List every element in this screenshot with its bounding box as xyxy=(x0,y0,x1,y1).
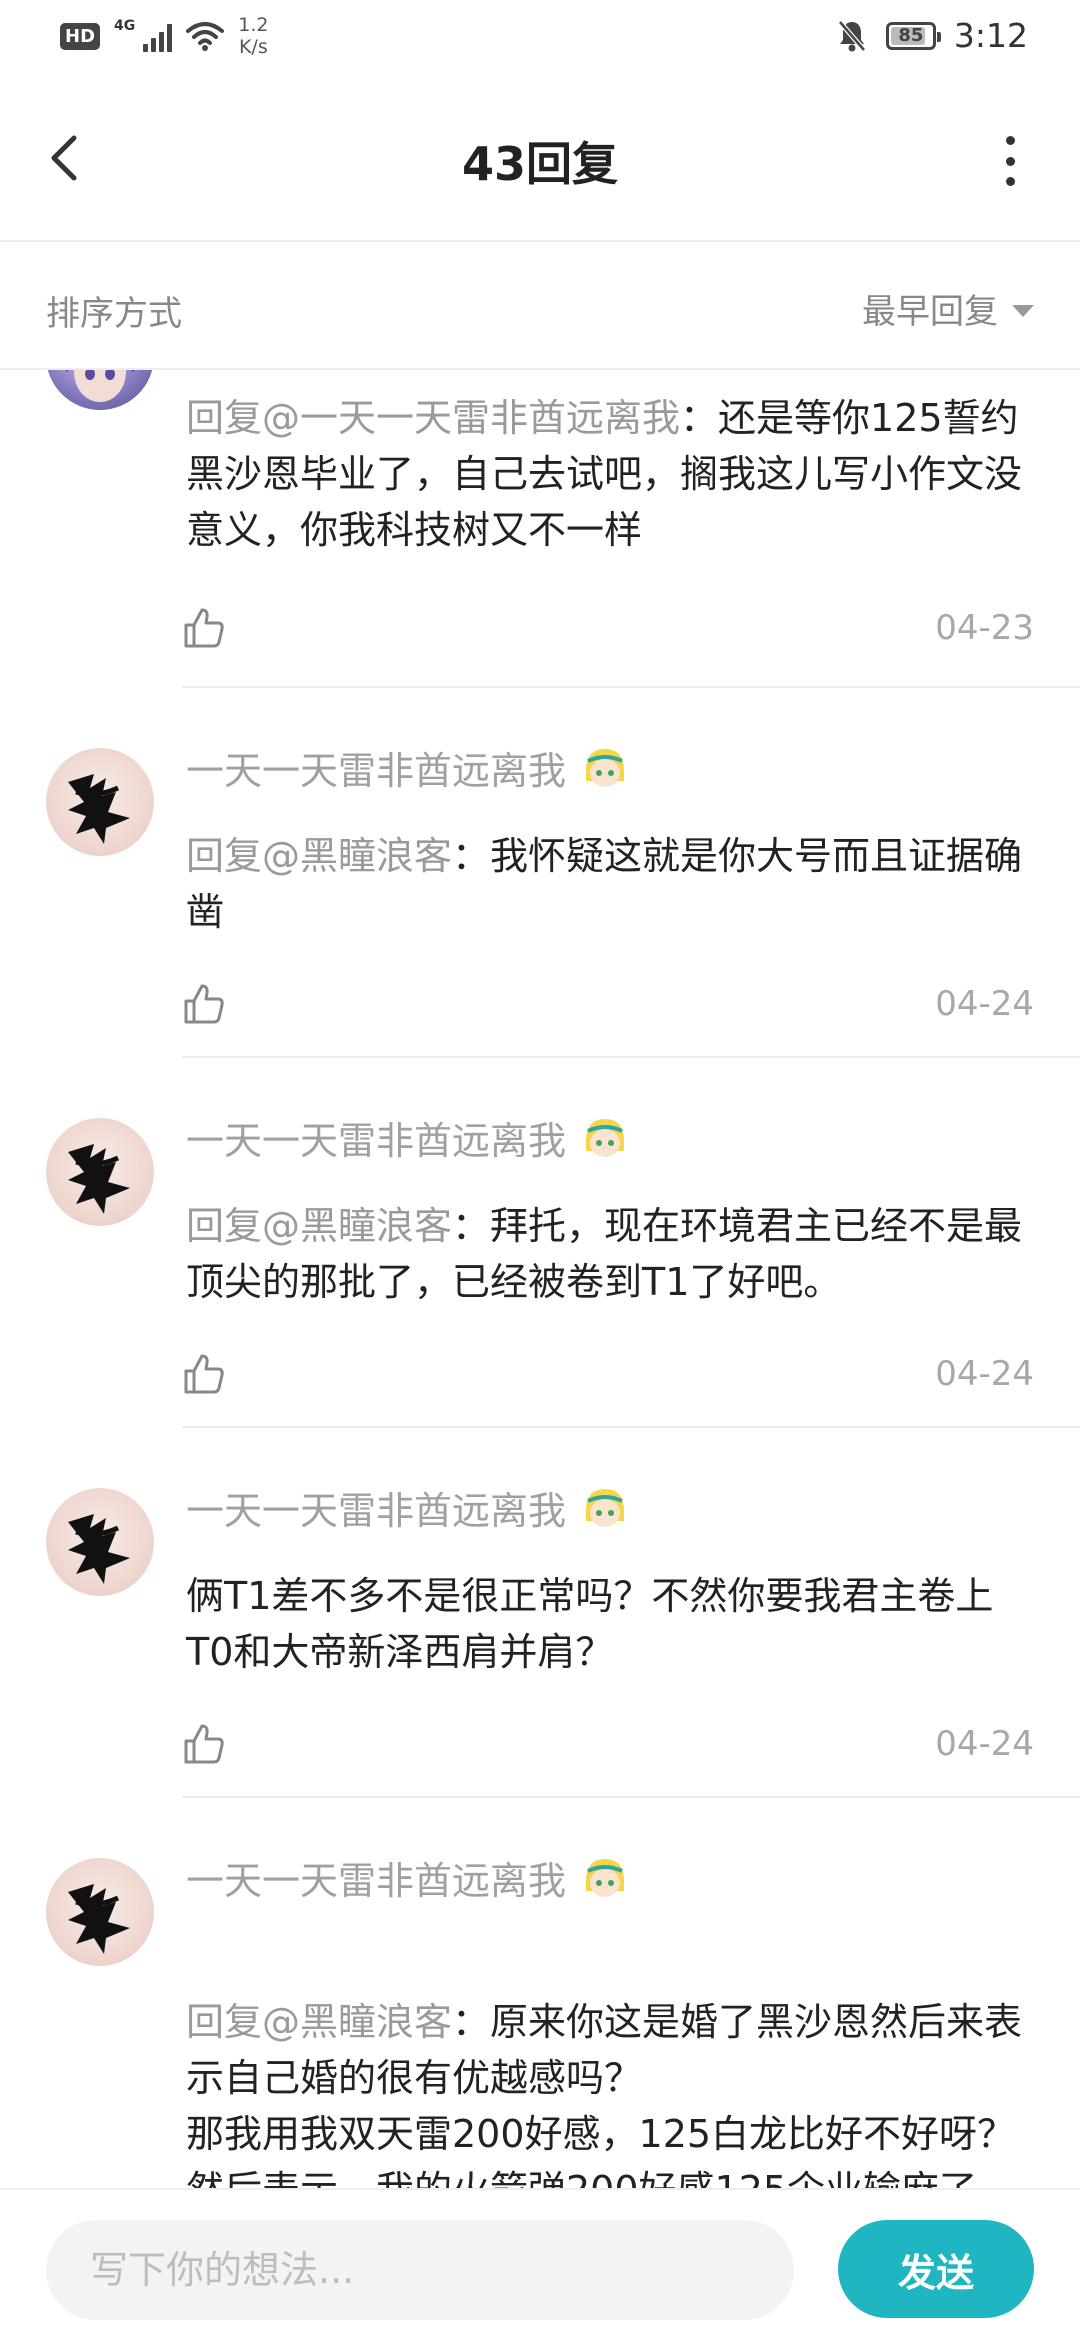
sort-dropdown[interactable]: 最早回复 xyxy=(862,284,1034,333)
reply-mention[interactable]: 回复@黑瞳浪客 xyxy=(186,834,452,878)
network-speed-unit: K/s xyxy=(238,36,268,58)
reply-content: 回复@一天一天雷非酋远离我：还是等你125誓约黑沙恩毕业了，自己去试吧，搁我这儿… xyxy=(186,390,1036,558)
clock: 3:12 xyxy=(953,16,1028,55)
reply-author[interactable]: 一天一天雷非酋远离我 xyxy=(186,1110,630,1165)
thumbs-up-icon xyxy=(184,984,224,1024)
avatar[interactable] xyxy=(46,1858,154,1966)
anime-character-badge-icon xyxy=(586,1858,625,1897)
reply-content: 俩T1差不多不是很正常吗？不然你要我君主卷上T0和大帝新泽西肩并肩？ xyxy=(186,1568,1036,1680)
status-right: 85 3:12 xyxy=(836,16,1028,55)
network-speed: 1.2 K/s xyxy=(238,14,268,58)
reply-content: 回复@黑瞳浪客：拜托，现在环境君主已经不是最顶尖的那批了，已经被卷到T1了好吧。 xyxy=(186,1198,1036,1310)
battery-percent: 85 xyxy=(898,25,924,46)
avatar[interactable] xyxy=(46,1488,154,1596)
network-speed-value: 1.2 xyxy=(238,14,269,36)
like-button[interactable] xyxy=(182,1722,226,1766)
battery-icon: 85 xyxy=(885,21,941,50)
anime-character-badge-icon xyxy=(586,748,625,787)
reply-content: 回复@黑瞳浪客：我怀疑这就是你大号而且证据确凿 xyxy=(186,828,1036,940)
caret-down-icon xyxy=(1012,304,1034,317)
reply-author[interactable]: 一天一天雷非酋远离我 xyxy=(186,1850,630,1905)
like-button[interactable] xyxy=(182,606,226,650)
hd-icon: HD xyxy=(60,22,101,50)
comment-composer: 发送 xyxy=(0,2188,1080,2340)
divider xyxy=(182,1056,1080,1058)
username: 一天一天雷非酋远离我 xyxy=(186,1859,567,1903)
sort-label: 排序方式 xyxy=(46,294,182,334)
header: 43回复 xyxy=(0,78,1080,242)
reply-separator: ： xyxy=(452,1204,491,1248)
reply-date: 04-24 xyxy=(935,1724,1034,1764)
like-button[interactable] xyxy=(182,1352,226,1396)
more-vertical-icon xyxy=(1005,136,1015,145)
anime-avatar-image xyxy=(66,370,134,402)
reply-separator: ： xyxy=(452,2000,491,2044)
avatar[interactable] xyxy=(46,1118,154,1226)
wifi-icon xyxy=(186,22,225,51)
reply-date: 04-23 xyxy=(935,608,1034,648)
reply-date: 04-24 xyxy=(935,984,1034,1024)
anime-character-badge-icon xyxy=(586,1118,625,1157)
divider xyxy=(182,1426,1080,1428)
status-bar: HD 4G 1.2 K/s 85 3:12 xyxy=(0,0,1080,78)
calligraphy-avatar-image xyxy=(68,1884,130,1954)
avatar[interactable] xyxy=(46,370,154,410)
sort-selected-value: 最早回复 xyxy=(862,292,998,332)
signal-icon xyxy=(143,20,173,52)
reply-separator: ： xyxy=(680,396,719,440)
username: 一天一天雷非酋远离我 xyxy=(186,1119,567,1163)
like-button[interactable] xyxy=(182,982,226,1026)
reply-text: 俩T1差不多不是很正常吗？不然你要我君主卷上T0和大帝新泽西肩并肩？ xyxy=(186,1574,994,1674)
divider xyxy=(182,686,1080,688)
calligraphy-avatar-image xyxy=(68,1144,130,1214)
more-options-button[interactable] xyxy=(1000,136,1020,186)
thumbs-up-icon xyxy=(184,1724,224,1764)
comment-input[interactable] xyxy=(46,2220,794,2320)
calligraphy-avatar-image xyxy=(68,1514,130,1584)
thumbs-up-icon xyxy=(184,608,224,648)
reply-author[interactable]: 一天一天雷非酋远离我 xyxy=(186,1480,630,1535)
status-left: HD 4G 1.2 K/s xyxy=(60,14,268,58)
calligraphy-avatar-image xyxy=(68,774,130,844)
network-type: 4G xyxy=(114,18,136,34)
username: 一天一天雷非酋远离我 xyxy=(186,1489,567,1533)
reply-mention[interactable]: 回复@黑瞳浪客 xyxy=(186,2000,452,2044)
reply-mention[interactable]: 回复@一天一天雷非酋远离我 xyxy=(186,396,680,440)
anime-character-badge-icon xyxy=(586,1488,625,1527)
avatar[interactable] xyxy=(46,748,154,856)
reply-author[interactable]: 一天一天雷非酋远离我 xyxy=(186,740,630,795)
username: 一天一天雷非酋远离我 xyxy=(186,749,567,793)
reply-mention[interactable]: 回复@黑瞳浪客 xyxy=(186,1204,452,1248)
reply-separator: ： xyxy=(452,834,491,878)
reply-date: 04-24 xyxy=(935,1354,1034,1394)
thumbs-up-icon xyxy=(184,1354,224,1394)
send-button[interactable]: 发送 xyxy=(838,2220,1034,2318)
reply-content: 回复@黑瞳浪客：原来你这是婚了黑沙恩然后来表示自己婚的很有优越感吗？ 那我用我双… xyxy=(186,1938,1036,2188)
reply-list[interactable]: 回复@一天一天雷非酋远离我：还是等你125誓约黑沙恩毕业了，自己去试吧，搁我这儿… xyxy=(0,370,1080,2188)
page-title: 43回复 xyxy=(461,137,618,191)
notifications-off-icon xyxy=(837,19,866,52)
sort-bar: 排序方式 最早回复 xyxy=(0,242,1080,370)
divider xyxy=(182,1796,1080,1798)
